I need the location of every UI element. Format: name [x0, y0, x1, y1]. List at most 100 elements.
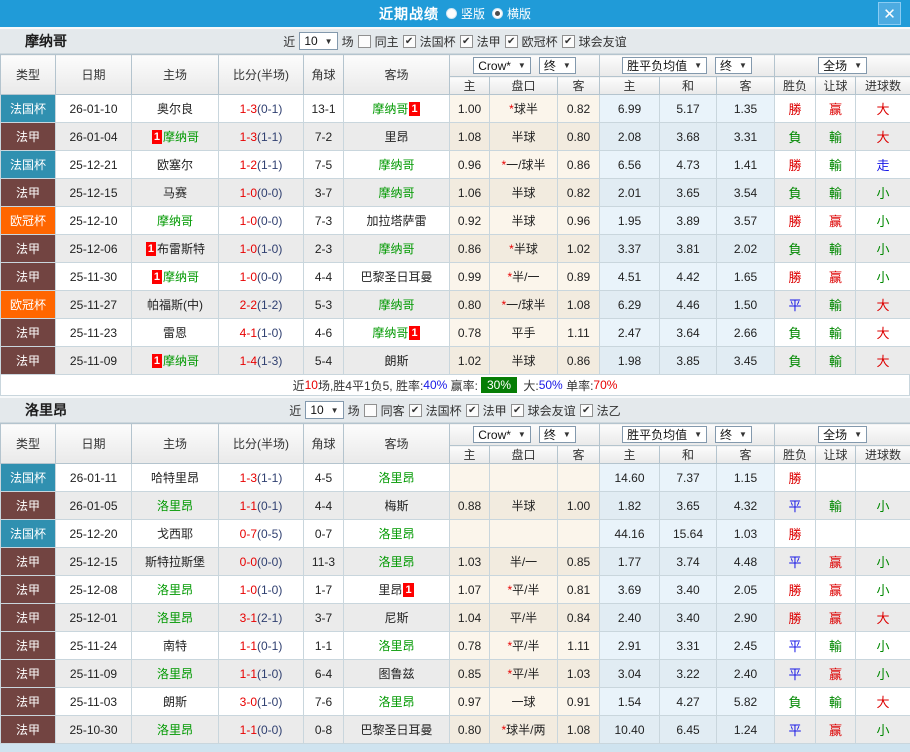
avg-away: 4.32	[716, 491, 776, 520]
same-side-label: 同客	[380, 403, 405, 418]
col-header-0: 类型	[0, 423, 56, 464]
result-wdl: 勝	[774, 262, 817, 291]
score: 1-4(1-3)	[218, 346, 304, 375]
handicap: *球半	[489, 94, 558, 123]
odds-home: 0.97	[449, 687, 490, 716]
group-header-0: Crow* ▼ 终 ▼	[448, 423, 601, 446]
odds-home: 1.02	[449, 346, 490, 375]
avg-draw: 3.89	[659, 206, 718, 235]
avg-draw: 3.40	[659, 575, 718, 604]
league-checkbox-1[interactable]: ✔	[465, 403, 479, 417]
match-count-select[interactable]: 10 ▼	[299, 32, 338, 50]
radio-icon[interactable]	[445, 8, 457, 19]
avg-home: 3.37	[599, 234, 661, 263]
league-checkbox-0[interactable]: ✔	[402, 34, 416, 48]
odds-source-select[interactable]: Crow* ▼	[473, 426, 531, 444]
score: 1-1(0-1)	[218, 491, 304, 520]
odds-home: 1.06	[449, 178, 490, 207]
league-checkbox-2[interactable]: ✔	[504, 34, 518, 48]
avg-stage-select[interactable]: 终 ▼	[715, 57, 752, 74]
match-date: 25-11-30	[55, 262, 132, 291]
match-row: 法国杯 25-12-21 欧塞尔 1-2(1-1) 7-5 摩纳哥 0.96 *一/球半 0.8…	[0, 150, 910, 179]
wdl-avg-select[interactable]: 胜平负均值 ▼	[622, 426, 708, 443]
league-checkbox-0[interactable]: ✔	[408, 403, 422, 417]
avg-draw: 3.31	[659, 631, 718, 660]
match-count-select[interactable]: 10 ▼	[305, 401, 344, 419]
avg-draw: 4.27	[659, 687, 718, 716]
league-label-3: 球会友谊	[578, 34, 627, 49]
col-header-3: 比分(半场)	[218, 54, 304, 95]
corner-count: 3-7	[303, 603, 344, 632]
match-row: 法甲 25-12-08 洛里昂 1-0(1-0) 1-7 里昂 1 1.07 *平/半 0.81 3…	[0, 575, 910, 604]
radio-selected-icon[interactable]	[492, 8, 503, 19]
handicap: 平/半	[489, 603, 558, 632]
odds-away: 1.03	[556, 659, 601, 688]
fulltime-score: 1-3	[239, 470, 257, 485]
scope-select[interactable]: 全场 ▼	[818, 426, 868, 443]
score: 1-0(1-0)	[218, 575, 304, 604]
chevron-down-icon: ▼	[562, 429, 571, 439]
same-side-checkbox[interactable]	[363, 403, 377, 417]
result-handicap: 輸	[815, 687, 857, 716]
odds-source-select[interactable]: Crow* ▼	[473, 57, 531, 75]
sub-header-3: 主	[599, 76, 661, 95]
monaco-recent-section: 摩纳哥 近 10 ▼ 场同主 ✔ 法国杯 ✔ 法甲 ✔ 欧冠杯 ✔ 球会友谊 类型 日期 主场 比分(半场)…	[0, 27, 910, 396]
halftime-score: (0-5)	[257, 526, 283, 541]
match-row: 欧冠杯 25-11-27 帕福斯(中) 2-2(1-2) 5-3 摩纳哥 0.80 *一/球半…	[0, 290, 910, 319]
wdl-avg-select[interactable]: 胜平负均值 ▼	[622, 57, 708, 74]
result-goals: 小	[855, 206, 910, 235]
home-team: 欧塞尔	[131, 150, 219, 179]
match-row: 欧冠杯 25-12-10 摩纳哥 1-0(0-0) 7-3 加拉塔萨雷 0.92 半球 0.96…	[0, 206, 910, 235]
league-checkbox-3[interactable]: ✔	[561, 34, 575, 48]
scope-select[interactable]: 全场 ▼	[818, 57, 868, 74]
halftime-score: (1-0)	[257, 325, 283, 340]
col-header-0: 类型	[0, 54, 56, 95]
filter-controls: 近 10 ▼ 场同主 ✔ 法国杯 ✔ 法甲 ✔ 欧冠杯 ✔ 球会友谊	[283, 32, 627, 50]
type-badge: 法甲	[0, 178, 56, 207]
league-checkbox-3[interactable]: ✔	[579, 403, 593, 417]
avg-draw: 7.37	[659, 463, 718, 492]
result-goals: 小	[855, 715, 910, 744]
live-star-mark: *	[507, 667, 513, 681]
team-label: 加拉塔萨雷	[366, 214, 427, 228]
close-icon[interactable]: ✕	[878, 2, 901, 25]
layout-radio-vertical[interactable]: 竖版	[445, 5, 485, 22]
col-header-1: 日期	[55, 54, 132, 95]
live-star-mark: *	[507, 639, 513, 653]
odds-stage-select[interactable]: 终 ▼	[538, 56, 576, 74]
sub-header-4: 和	[659, 76, 718, 95]
team-label: 洛里昂	[156, 667, 193, 681]
fulltime-score: 1-4	[239, 353, 257, 368]
match-count-select-value: 10	[310, 403, 324, 417]
result-handicap: 輸	[815, 346, 857, 375]
home-team: 南特	[131, 631, 219, 660]
team-label: 南特	[162, 639, 187, 653]
odds-home: 0.78	[449, 631, 490, 660]
score: 1-0(0-0)	[218, 262, 304, 291]
avg-away: 4.48	[716, 547, 776, 576]
score: 2-2(1-2)	[218, 290, 304, 319]
same-side-checkbox[interactable]	[357, 34, 371, 48]
handicap: *一/球半	[489, 290, 558, 319]
unit-label: 场	[347, 403, 360, 418]
fulltime-score: 3-0	[239, 694, 257, 709]
odds-home: 0.85	[449, 659, 490, 688]
layout-radio-horizontal[interactable]: 横版	[492, 5, 531, 22]
match-date: 25-12-15	[55, 547, 132, 576]
col-header-2: 主场	[131, 423, 219, 464]
league-checkbox-2[interactable]: ✔	[510, 403, 524, 417]
home-team: 摩纳哥	[131, 206, 219, 235]
avg-stage-select[interactable]: 终 ▼	[715, 426, 752, 443]
odds-away: 1.08	[556, 290, 601, 319]
live-star-mark: *	[501, 723, 507, 737]
sub-header-7: 让球	[815, 445, 857, 464]
avg-home: 6.99	[599, 94, 661, 123]
odds-stage-select[interactable]: 终 ▼	[538, 425, 576, 443]
rank-badge: 1	[145, 242, 157, 256]
home-team: 戈西耶	[131, 519, 219, 548]
handicap: 半球	[489, 206, 558, 235]
result-wdl: 平	[774, 547, 817, 576]
result-goals: 小	[855, 262, 910, 291]
away-team: 里昂	[343, 122, 450, 151]
league-checkbox-1[interactable]: ✔	[459, 34, 473, 48]
